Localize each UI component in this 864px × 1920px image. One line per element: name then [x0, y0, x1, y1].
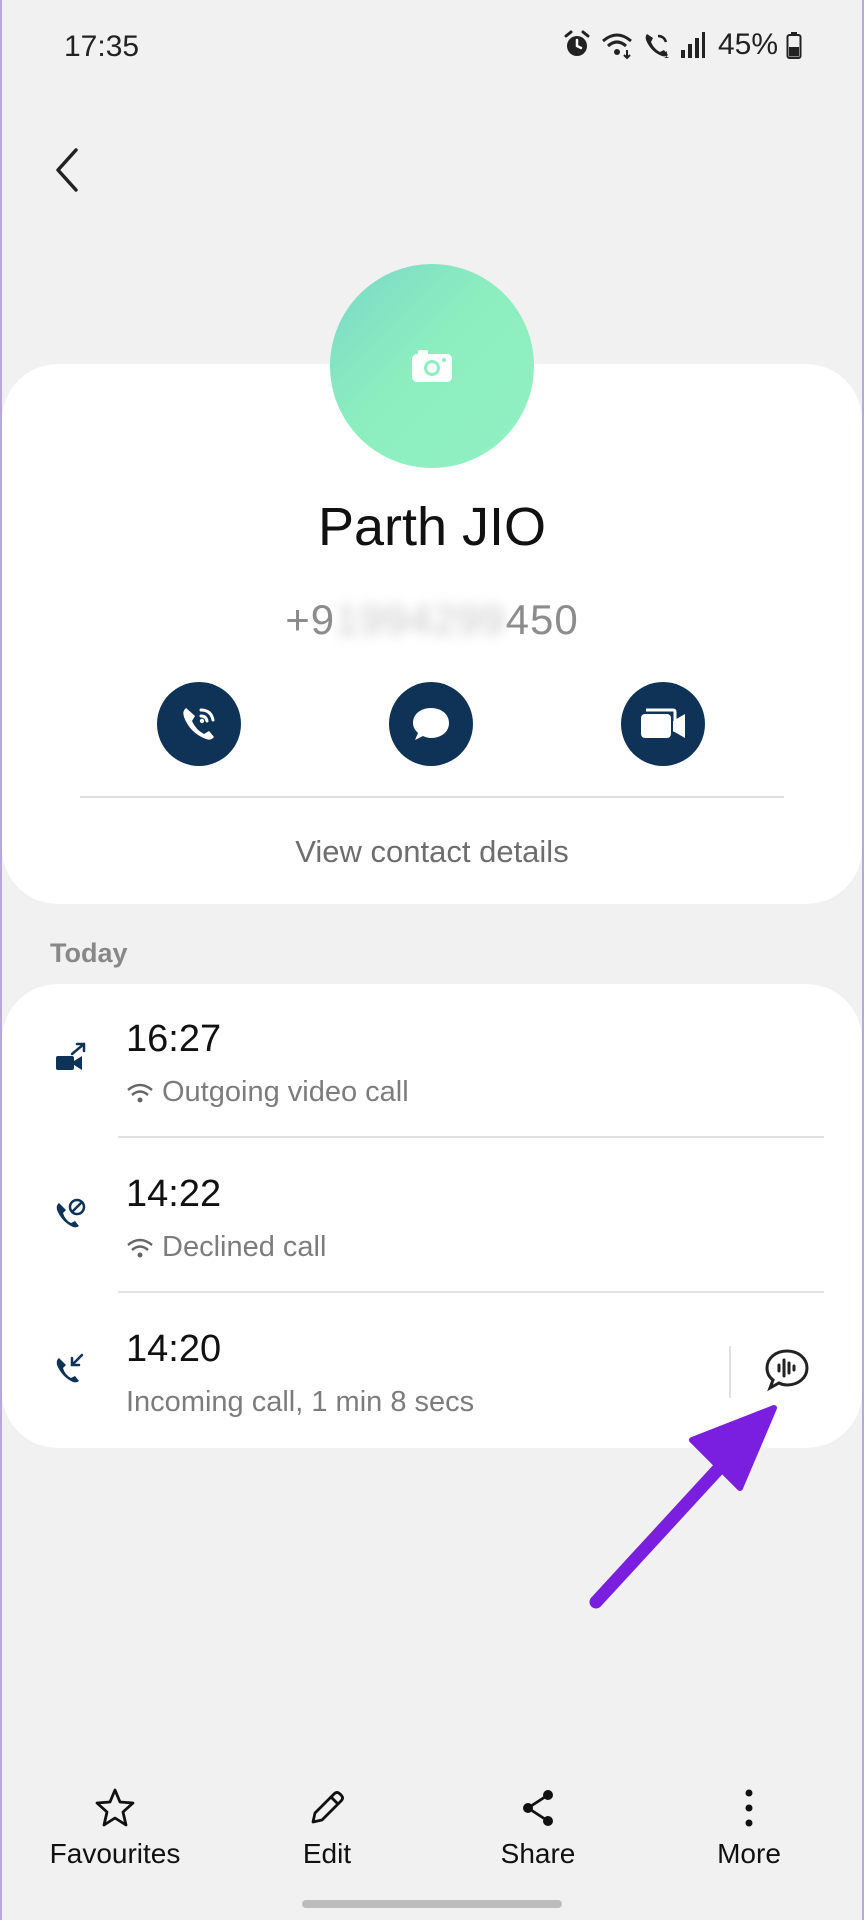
edit-button[interactable]: Edit — [219, 1780, 435, 1870]
pencil-icon — [311, 1791, 344, 1824]
call-transcript-icon[interactable] — [762, 1346, 812, 1396]
star-icon — [95, 1788, 135, 1827]
battery-icon — [786, 32, 802, 59]
more-button[interactable]: More — [641, 1780, 857, 1870]
incoming-call-icon — [56, 1353, 84, 1383]
wifi-icon — [127, 1238, 153, 1257]
more-label: More — [717, 1838, 781, 1869]
vertical-separator — [729, 1346, 731, 1398]
contact-name: Parth JIO — [317, 497, 547, 557]
phone-redacted: 1994299 — [335, 596, 506, 643]
message-button[interactable] — [389, 682, 473, 766]
call-log-item[interactable]: 14:22 Declined call — [2, 1139, 862, 1293]
call-type: Declined call — [162, 1231, 327, 1263]
row-divider — [118, 1136, 824, 1138]
bottom-toolbar: Favourites Edit Share More — [0, 1780, 864, 1890]
favourites-button[interactable]: Favourites — [7, 1780, 223, 1870]
call-type: Outgoing video call — [162, 1076, 409, 1108]
svg-text:1: 1 — [664, 50, 669, 60]
call-description: Outgoing video call — [126, 1076, 409, 1109]
volte-call-icon: 1 — [645, 34, 669, 60]
annotation-arrow — [589, 1405, 777, 1609]
camera-icon — [412, 350, 452, 382]
more-vertical-icon — [745, 1789, 753, 1827]
edit-label: Edit — [302, 1838, 352, 1869]
phone-prefix: +9 — [285, 596, 336, 643]
wifi-calling-icon — [601, 33, 632, 60]
view-contact-details-link[interactable]: View contact details — [0, 834, 864, 870]
contact-avatar[interactable] — [330, 264, 534, 468]
battery-percentage: 45% — [717, 28, 778, 61]
voice-call-button[interactable] — [157, 682, 241, 766]
section-header-today: Today — [50, 938, 128, 968]
signal-icon — [680, 32, 705, 58]
row-divider — [118, 1291, 824, 1293]
call-description: Declined call — [126, 1231, 326, 1264]
share-button[interactable]: Share — [430, 1780, 646, 1870]
chat-bubble-icon — [413, 708, 449, 740]
status-time: 17:35 — [64, 30, 140, 63]
outgoing-video-call-icon — [56, 1042, 86, 1070]
favourites-label: Favourites — [49, 1838, 181, 1869]
status-icons: 1 45% — [562, 28, 802, 62]
call-time: 14:22 — [126, 1173, 222, 1215]
call-log-list: 16:27 Outgoing video call 14:22 Declined… — [2, 984, 862, 1448]
call-description: Incoming call, 1 min 8 secs — [126, 1386, 474, 1419]
card-divider — [80, 796, 784, 798]
share-label: Share — [500, 1838, 576, 1869]
call-log-item[interactable]: 16:27 Outgoing video call — [2, 984, 862, 1138]
video-call-button[interactable] — [621, 682, 705, 766]
back-button[interactable] — [44, 142, 90, 198]
call-time: 14:20 — [126, 1328, 222, 1370]
contact-phone: +91994299450 — [0, 596, 864, 644]
call-time: 16:27 — [126, 1018, 222, 1060]
wifi-call-icon — [183, 708, 215, 740]
phone-suffix: 450 — [505, 596, 579, 643]
home-indicator[interactable] — [302, 1900, 562, 1908]
wifi-icon — [127, 1083, 153, 1102]
declined-call-icon — [56, 1198, 86, 1228]
share-icon — [523, 1790, 553, 1826]
alarm-icon — [564, 30, 590, 56]
video-camera-icon — [641, 708, 685, 738]
call-type: Incoming call, 1 min 8 secs — [126, 1386, 475, 1418]
contact-actions — [0, 682, 864, 768]
status-bar: 17:35 1 45% — [0, 0, 864, 100]
